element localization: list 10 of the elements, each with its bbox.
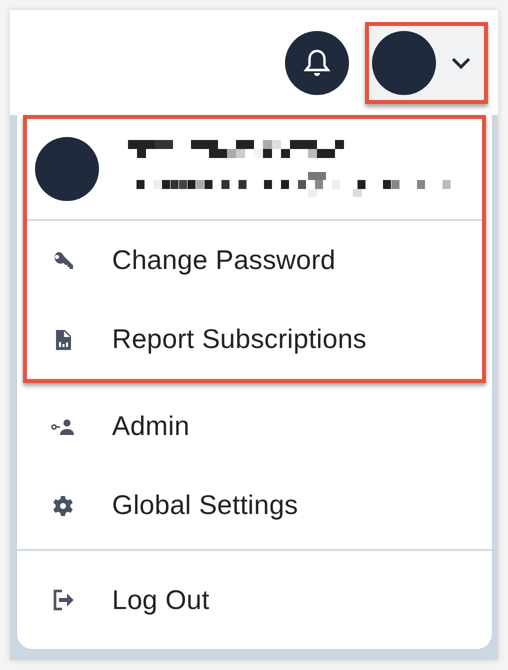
menu-item[interactable]: Change Password <box>27 221 482 300</box>
menu-item[interactable]: Global Settings <box>27 466 482 545</box>
chevron-icon <box>450 56 472 70</box>
user-menu-button[interactable] <box>365 22 488 104</box>
settings-icon <box>51 494 75 518</box>
menu-item[interactable]: Report Subscriptions <box>27 300 482 379</box>
menu-item[interactable]: Admin <box>27 387 482 466</box>
logout-icon <box>51 588 75 612</box>
menu-item[interactable]: Log Out <box>27 555 482 634</box>
bell-icon <box>303 48 331 78</box>
